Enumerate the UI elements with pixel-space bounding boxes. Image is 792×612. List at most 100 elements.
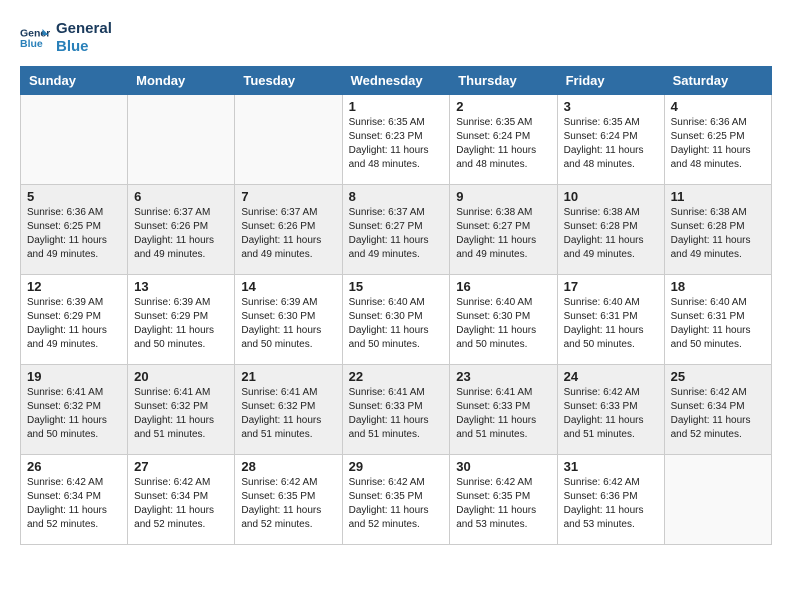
calendar-cell: 22 Sunrise: 6:41 AM Sunset: 6:33 PM Dayli…: [342, 365, 450, 455]
calendar-week-row: 12 Sunrise: 6:39 AM Sunset: 6:29 PM Dayli…: [21, 275, 772, 365]
calendar-header-row: SundayMondayTuesdayWednesdayThursdayFrid…: [21, 67, 772, 95]
day-info: Sunrise: 6:42 AM Sunset: 6:35 PM Dayligh…: [241, 476, 335, 532]
calendar-cell: 28 Sunrise: 6:42 AM Sunset: 6:35 PM Dayli…: [235, 455, 342, 545]
calendar-week-row: 1Sunrise: 6:35 AM Sunset: 6:23 PM Daylig…: [21, 95, 772, 185]
day-info: Sunrise: 6:35 AM Sunset: 6:24 PM Dayligh…: [456, 116, 550, 172]
day-number: 22: [349, 369, 444, 384]
day-number: 31: [564, 459, 658, 474]
day-info: Sunrise: 6:41 AM Sunset: 6:33 PM Dayligh…: [349, 386, 444, 442]
calendar-cell: 17Sunrise: 6:40 AM Sunset: 6:31 PM Dayli…: [557, 275, 664, 365]
day-of-week-header: Tuesday: [235, 67, 342, 95]
calendar-cell: 23 Sunrise: 6:41 AM Sunset: 6:33 PM Dayli…: [450, 365, 557, 455]
day-number: 28: [241, 459, 335, 474]
day-number: 8: [349, 189, 444, 204]
day-info: Sunrise: 6:38 AM Sunset: 6:27 PM Dayligh…: [456, 206, 550, 262]
calendar-cell: 30 Sunrise: 6:42 AM Sunset: 6:35 PM Dayli…: [450, 455, 557, 545]
day-info: Sunrise: 6:37 AM Sunset: 6:27 PM Dayligh…: [349, 206, 444, 262]
calendar-cell: 15Sunrise: 6:40 AM Sunset: 6:30 PM Dayli…: [342, 275, 450, 365]
day-of-week-header: Friday: [557, 67, 664, 95]
day-info: Sunrise: 6:40 AM Sunset: 6:30 PM Dayligh…: [456, 296, 550, 352]
calendar-cell: 9Sunrise: 6:38 AM Sunset: 6:27 PM Daylig…: [450, 185, 557, 275]
day-info: Sunrise: 6:36 AM Sunset: 6:25 PM Dayligh…: [671, 116, 765, 172]
day-number: 5: [27, 189, 121, 204]
day-info: Sunrise: 6:39 AM Sunset: 6:30 PM Dayligh…: [241, 296, 335, 352]
day-number: 7: [241, 189, 335, 204]
calendar-cell: 25 Sunrise: 6:42 AM Sunset: 6:34 PM Dayli…: [664, 365, 771, 455]
day-info: Sunrise: 6:42 AM Sunset: 6:35 PM Dayligh…: [349, 476, 444, 532]
day-number: 6: [134, 189, 228, 204]
day-number: 15: [349, 279, 444, 294]
calendar-cell: 11 Sunrise: 6:38 AM Sunset: 6:28 PM Dayli…: [664, 185, 771, 275]
logo-general: General: [56, 20, 112, 38]
day-info: Sunrise: 6:40 AM Sunset: 6:31 PM Dayligh…: [671, 296, 765, 352]
calendar-cell: 20 Sunrise: 6:41 AM Sunset: 6:32 PM Dayli…: [128, 365, 235, 455]
day-info: Sunrise: 6:40 AM Sunset: 6:31 PM Dayligh…: [564, 296, 658, 352]
day-number: 30: [456, 459, 550, 474]
calendar-cell: 31 Sunrise: 6:42 AM Sunset: 6:36 PM Dayli…: [557, 455, 664, 545]
day-info: Sunrise: 6:37 AM Sunset: 6:26 PM Dayligh…: [134, 206, 228, 262]
day-number: 11: [671, 189, 765, 204]
calendar-cell: 4 Sunrise: 6:36 AM Sunset: 6:25 PM Daylig…: [664, 95, 771, 185]
day-number: 19: [27, 369, 121, 384]
day-number: 21: [241, 369, 335, 384]
day-info: Sunrise: 6:42 AM Sunset: 6:35 PM Dayligh…: [456, 476, 550, 532]
day-info: Sunrise: 6:36 AM Sunset: 6:25 PM Dayligh…: [27, 206, 121, 262]
day-info: Sunrise: 6:41 AM Sunset: 6:33 PM Dayligh…: [456, 386, 550, 442]
day-info: Sunrise: 6:42 AM Sunset: 6:36 PM Dayligh…: [564, 476, 658, 532]
day-number: 23: [456, 369, 550, 384]
calendar-cell: [235, 95, 342, 185]
day-info: Sunrise: 6:37 AM Sunset: 6:26 PM Dayligh…: [241, 206, 335, 262]
day-info: Sunrise: 6:42 AM Sunset: 6:34 PM Dayligh…: [671, 386, 765, 442]
page-header: General Blue General Blue: [20, 20, 772, 56]
day-number: 20: [134, 369, 228, 384]
calendar-cell: 12 Sunrise: 6:39 AM Sunset: 6:29 PM Dayli…: [21, 275, 128, 365]
calendar-cell: 14 Sunrise: 6:39 AM Sunset: 6:30 PM Dayli…: [235, 275, 342, 365]
day-number: 25: [671, 369, 765, 384]
day-number: 1: [349, 99, 444, 114]
day-number: 10: [564, 189, 658, 204]
day-info: Sunrise: 6:42 AM Sunset: 6:33 PM Dayligh…: [564, 386, 658, 442]
day-info: Sunrise: 6:41 AM Sunset: 6:32 PM Dayligh…: [241, 386, 335, 442]
day-of-week-header: Thursday: [450, 67, 557, 95]
calendar-cell: 10 Sunrise: 6:38 AM Sunset: 6:28 PM Dayli…: [557, 185, 664, 275]
calendar-cell: 13 Sunrise: 6:39 AM Sunset: 6:29 PM Dayli…: [128, 275, 235, 365]
calendar-cell: 5 Sunrise: 6:36 AM Sunset: 6:25 PM Daylig…: [21, 185, 128, 275]
day-info: Sunrise: 6:41 AM Sunset: 6:32 PM Dayligh…: [134, 386, 228, 442]
calendar-table: SundayMondayTuesdayWednesdayThursdayFrid…: [20, 66, 772, 545]
calendar-cell: 27Sunrise: 6:42 AM Sunset: 6:34 PM Dayli…: [128, 455, 235, 545]
day-number: 26: [27, 459, 121, 474]
calendar-cell: 26Sunrise: 6:42 AM Sunset: 6:34 PM Dayli…: [21, 455, 128, 545]
day-number: 29: [349, 459, 444, 474]
day-info: Sunrise: 6:35 AM Sunset: 6:24 PM Dayligh…: [564, 116, 658, 172]
logo-icon: General Blue: [20, 23, 50, 53]
day-info: Sunrise: 6:39 AM Sunset: 6:29 PM Dayligh…: [134, 296, 228, 352]
day-of-week-header: Monday: [128, 67, 235, 95]
calendar-week-row: 5 Sunrise: 6:36 AM Sunset: 6:25 PM Daylig…: [21, 185, 772, 275]
calendar-cell: 7 Sunrise: 6:37 AM Sunset: 6:26 PM Daylig…: [235, 185, 342, 275]
day-number: 3: [564, 99, 658, 114]
calendar-cell: 3 Sunrise: 6:35 AM Sunset: 6:24 PM Daylig…: [557, 95, 664, 185]
calendar-cell: 16Sunrise: 6:40 AM Sunset: 6:30 PM Dayli…: [450, 275, 557, 365]
day-number: 14: [241, 279, 335, 294]
svg-text:Blue: Blue: [20, 38, 43, 50]
logo: General Blue General Blue: [20, 20, 112, 56]
day-info: Sunrise: 6:38 AM Sunset: 6:28 PM Dayligh…: [564, 206, 658, 262]
day-number: 13: [134, 279, 228, 294]
day-of-week-header: Wednesday: [342, 67, 450, 95]
day-info: Sunrise: 6:41 AM Sunset: 6:32 PM Dayligh…: [27, 386, 121, 442]
calendar-cell: 19 Sunrise: 6:41 AM Sunset: 6:32 PM Dayli…: [21, 365, 128, 455]
day-info: Sunrise: 6:38 AM Sunset: 6:28 PM Dayligh…: [671, 206, 765, 262]
day-info: Sunrise: 6:42 AM Sunset: 6:34 PM Dayligh…: [134, 476, 228, 532]
day-of-week-header: Sunday: [21, 67, 128, 95]
calendar-cell: 1Sunrise: 6:35 AM Sunset: 6:23 PM Daylig…: [342, 95, 450, 185]
calendar-cell: 18 Sunrise: 6:40 AM Sunset: 6:31 PM Dayli…: [664, 275, 771, 365]
calendar-cell: [664, 455, 771, 545]
logo-blue: Blue: [56, 38, 112, 56]
day-number: 12: [27, 279, 121, 294]
day-number: 18: [671, 279, 765, 294]
day-number: 4: [671, 99, 765, 114]
calendar-cell: [21, 95, 128, 185]
day-info: Sunrise: 6:39 AM Sunset: 6:29 PM Dayligh…: [27, 296, 121, 352]
calendar-cell: 8 Sunrise: 6:37 AM Sunset: 6:27 PM Daylig…: [342, 185, 450, 275]
calendar-cell: 29 Sunrise: 6:42 AM Sunset: 6:35 PM Dayli…: [342, 455, 450, 545]
